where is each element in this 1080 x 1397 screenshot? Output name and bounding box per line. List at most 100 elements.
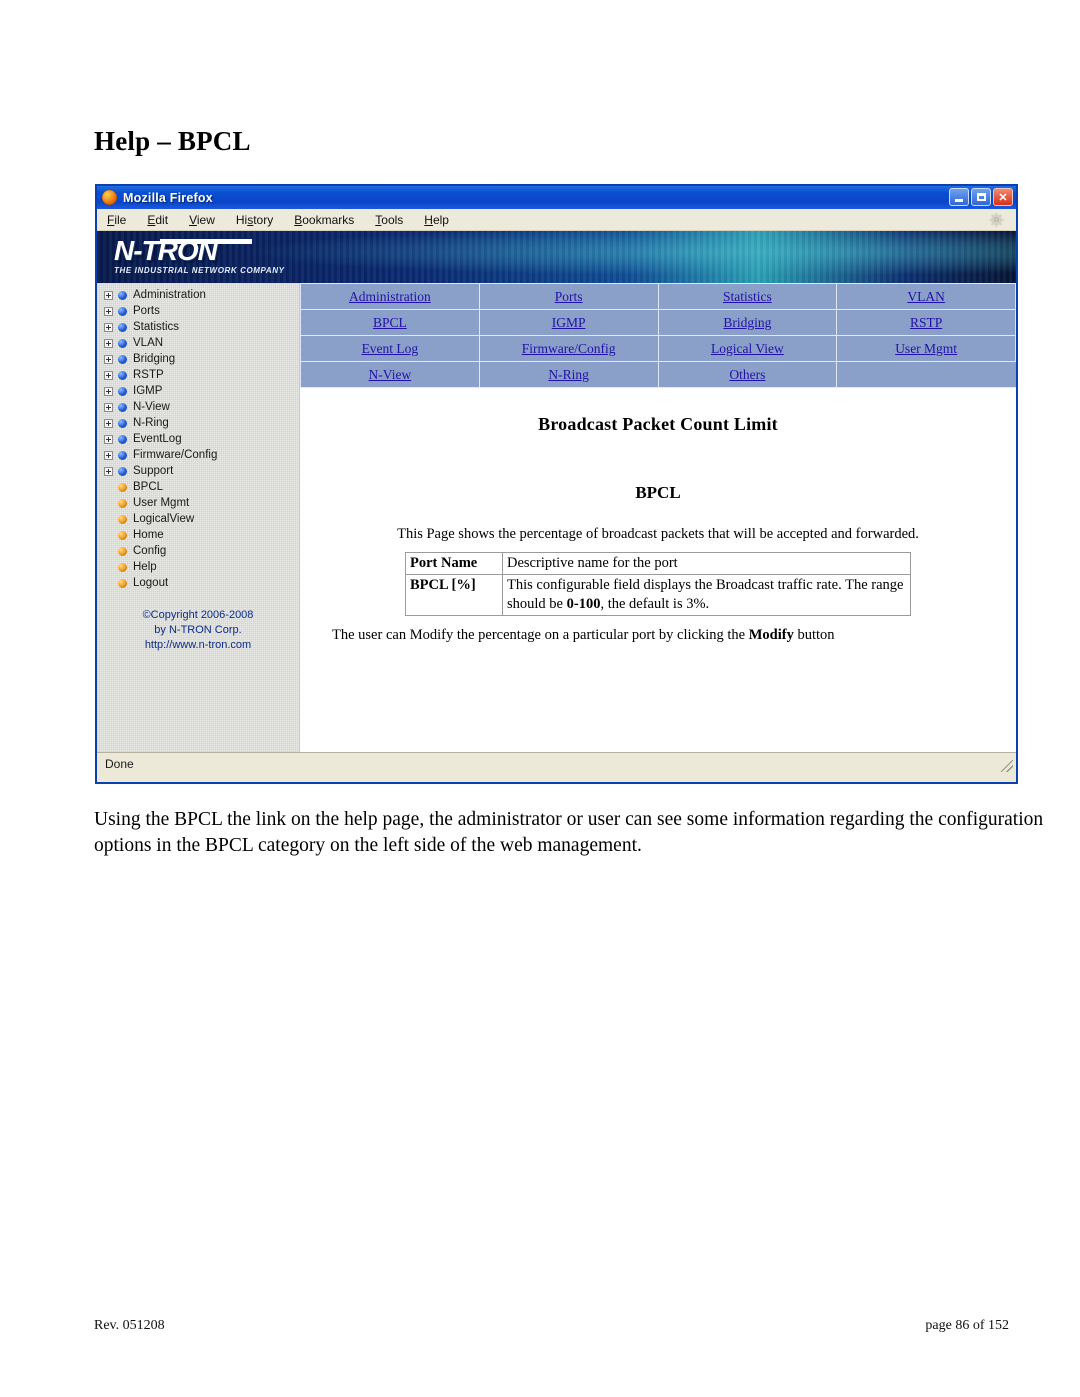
link-others[interactable]: Others — [729, 367, 765, 382]
link-cell-vlan[interactable]: VLAN — [836, 283, 1016, 310]
link-cell-administration[interactable]: Administration — [300, 283, 480, 310]
sidebar-item-label: Logout — [133, 577, 169, 589]
link-administration[interactable]: Administration — [349, 289, 431, 304]
link-cell-event-log[interactable]: Event Log — [300, 335, 480, 362]
sidebar-item-n-ring[interactable]: N-Ring — [100, 415, 299, 431]
link-cell-logical-view[interactable]: Logical View — [657, 335, 838, 362]
help-main-frame: Administration Ports Statistics VLAN BPC… — [300, 283, 1016, 752]
link-cell-others[interactable]: Others — [657, 361, 838, 388]
help-footnote: The user can Modify the percentage on a … — [326, 626, 990, 645]
sidebar-item-label: LogicalView — [133, 513, 195, 525]
leaf-spacer-icon — [104, 579, 113, 588]
sidebar-item-n-view[interactable]: N-View — [100, 399, 299, 415]
sidebar-item-logicalview[interactable]: LogicalView — [100, 511, 299, 527]
sidebar-item-help[interactable]: Help — [100, 559, 299, 575]
gear-icon[interactable] — [989, 212, 1004, 227]
node-bullet-icon — [118, 370, 127, 380]
sidebar-item-bpcl[interactable]: BPCL — [100, 479, 299, 495]
table-row: BPCL IGMP Bridging RSTP — [300, 309, 1016, 336]
expand-plus-icon[interactable] — [104, 402, 113, 412]
link-cell-bpcl[interactable]: BPCL — [300, 309, 480, 336]
link-cell-igmp[interactable]: IGMP — [478, 309, 659, 336]
link-user-mgmt[interactable]: User Mgmt — [895, 341, 957, 356]
footnote-modify: Modify — [748, 627, 794, 643]
menu-item-edit[interactable]: Edit — [147, 213, 168, 227]
expand-plus-icon[interactable] — [104, 322, 113, 332]
node-bullet-icon — [118, 322, 127, 332]
link-cell-n-ring[interactable]: N-Ring — [478, 361, 659, 388]
table-row: Event Log Firmware/Config Logical View U… — [300, 335, 1016, 362]
link-event-log[interactable]: Event Log — [362, 341, 419, 356]
table-row: BPCL [%] This configurable field display… — [405, 574, 911, 616]
link-bridging[interactable]: Bridging — [723, 315, 771, 330]
menu-item-view[interactable]: View — [189, 213, 215, 227]
link-rstp[interactable]: RSTP — [910, 315, 942, 330]
sidebar-item-ports[interactable]: Ports — [100, 303, 299, 319]
link-igmp[interactable]: IGMP — [552, 315, 586, 330]
sidebar-item-administration[interactable]: Administration — [100, 287, 299, 303]
sidebar-item-rstp[interactable]: RSTP — [100, 367, 299, 383]
node-bullet-icon — [118, 530, 127, 540]
window-title: Mozilla Firefox — [123, 190, 213, 205]
sidebar-item-support[interactable]: Support — [100, 463, 299, 479]
status-text: Done — [105, 756, 134, 771]
link-cell-firmware-config[interactable]: Firmware/Config — [478, 335, 659, 362]
menu-item-file[interactable]: File — [107, 213, 126, 227]
definition-term-bpcl: BPCL [%] — [405, 574, 503, 616]
menu-item-history[interactable]: History — [236, 213, 273, 227]
expand-plus-icon[interactable] — [104, 338, 113, 348]
link-cell-ports[interactable]: Ports — [478, 283, 659, 310]
definition-desc-bpcl: This configurable field displays the Bro… — [502, 574, 911, 616]
sidebar-item-label: Statistics — [133, 321, 180, 333]
node-bullet-icon — [118, 450, 127, 460]
expand-plus-icon[interactable] — [104, 466, 113, 476]
copyright-block: ©Copyright 2006-2008 by N-TRON Corp. htt… — [100, 608, 299, 653]
sidebar-item-user-mgmt[interactable]: User Mgmt — [100, 495, 299, 511]
minimize-button[interactable] — [949, 188, 969, 206]
expand-plus-icon[interactable] — [104, 290, 113, 300]
link-cell-rstp[interactable]: RSTP — [836, 309, 1016, 336]
sidebar-item-statistics[interactable]: Statistics — [100, 319, 299, 335]
sidebar-item-home[interactable]: Home — [100, 527, 299, 543]
browser-menubar: File Edit View History Bookmarks Tools H… — [97, 209, 1016, 231]
link-cell-bridging[interactable]: Bridging — [657, 309, 838, 336]
link-firmware-config[interactable]: Firmware/Config — [522, 341, 616, 356]
expand-plus-icon[interactable] — [104, 386, 113, 396]
sidebar-item-label: Administration — [133, 289, 206, 301]
menu-item-help[interactable]: Help — [424, 213, 449, 227]
link-cell-n-view[interactable]: N-View — [300, 361, 480, 388]
link-n-ring[interactable]: N-Ring — [548, 367, 589, 382]
close-button[interactable]: ✕ — [993, 188, 1013, 206]
node-bullet-icon — [118, 466, 127, 476]
menu-item-bookmarks[interactable]: Bookmarks — [294, 213, 354, 227]
sidebar-item-label: N-Ring — [133, 417, 169, 429]
link-vlan[interactable]: VLAN — [907, 289, 945, 304]
maximize-button[interactable] — [971, 188, 991, 206]
sidebar-item-igmp[interactable]: IGMP — [100, 383, 299, 399]
menu-item-tools[interactable]: Tools — [375, 213, 403, 227]
link-n-view[interactable]: N-View — [369, 367, 412, 382]
copyright-url[interactable]: http://www.n-tron.com — [100, 638, 296, 653]
expand-plus-icon[interactable] — [104, 306, 113, 316]
link-statistics[interactable]: Statistics — [723, 289, 772, 304]
link-cell-user-mgmt[interactable]: User Mgmt — [836, 335, 1016, 362]
node-bullet-icon — [118, 290, 127, 300]
link-bpcl[interactable]: BPCL — [373, 315, 407, 330]
browser-statusbar: Done — [97, 752, 1016, 774]
resize-grip-icon[interactable] — [1001, 760, 1013, 772]
link-logical-view[interactable]: Logical View — [711, 341, 784, 356]
expand-plus-icon[interactable] — [104, 450, 113, 460]
sidebar-item-bridging[interactable]: Bridging — [100, 351, 299, 367]
expand-plus-icon[interactable] — [104, 418, 113, 428]
sidebar-item-vlan[interactable]: VLAN — [100, 335, 299, 351]
expand-plus-icon[interactable] — [104, 354, 113, 364]
leaf-spacer-icon — [104, 547, 113, 556]
expand-plus-icon[interactable] — [104, 370, 113, 380]
link-cell-statistics[interactable]: Statistics — [657, 283, 838, 310]
expand-plus-icon[interactable] — [104, 434, 113, 444]
sidebar-item-logout[interactable]: Logout — [100, 575, 299, 591]
link-ports[interactable]: Ports — [555, 289, 583, 304]
sidebar-item-firmware-config[interactable]: Firmware/Config — [100, 447, 299, 463]
sidebar-item-eventlog[interactable]: EventLog — [100, 431, 299, 447]
sidebar-item-config[interactable]: Config — [100, 543, 299, 559]
